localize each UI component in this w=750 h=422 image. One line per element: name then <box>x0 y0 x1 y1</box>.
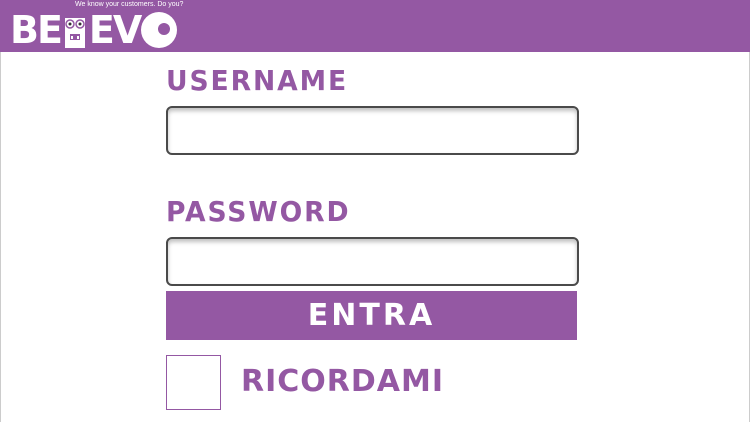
logo-eye-icon <box>141 12 178 48</box>
top-header-bar: BE EV We know your customers. Do you? <box>0 0 750 52</box>
username-label: USERNAME <box>166 64 349 97</box>
remember-checkbox[interactable] <box>166 355 221 410</box>
left-border <box>0 52 1 422</box>
tagline: We know your customers. Do you? <box>75 1 184 8</box>
remember-label: RICORDAMI <box>241 364 445 399</box>
username-field[interactable] <box>166 106 579 155</box>
password-label: PASSWORD <box>166 195 351 228</box>
enter-button[interactable]: ENTRA <box>166 291 577 340</box>
password-field[interactable] <box>166 237 579 286</box>
mascot-icon <box>62 12 88 48</box>
logo-wordmark: BE EV <box>10 8 178 52</box>
behevo-logo: BE EV <box>10 8 178 52</box>
logo-text-left: BE <box>10 8 63 52</box>
logo-text-right: EV <box>88 8 142 52</box>
